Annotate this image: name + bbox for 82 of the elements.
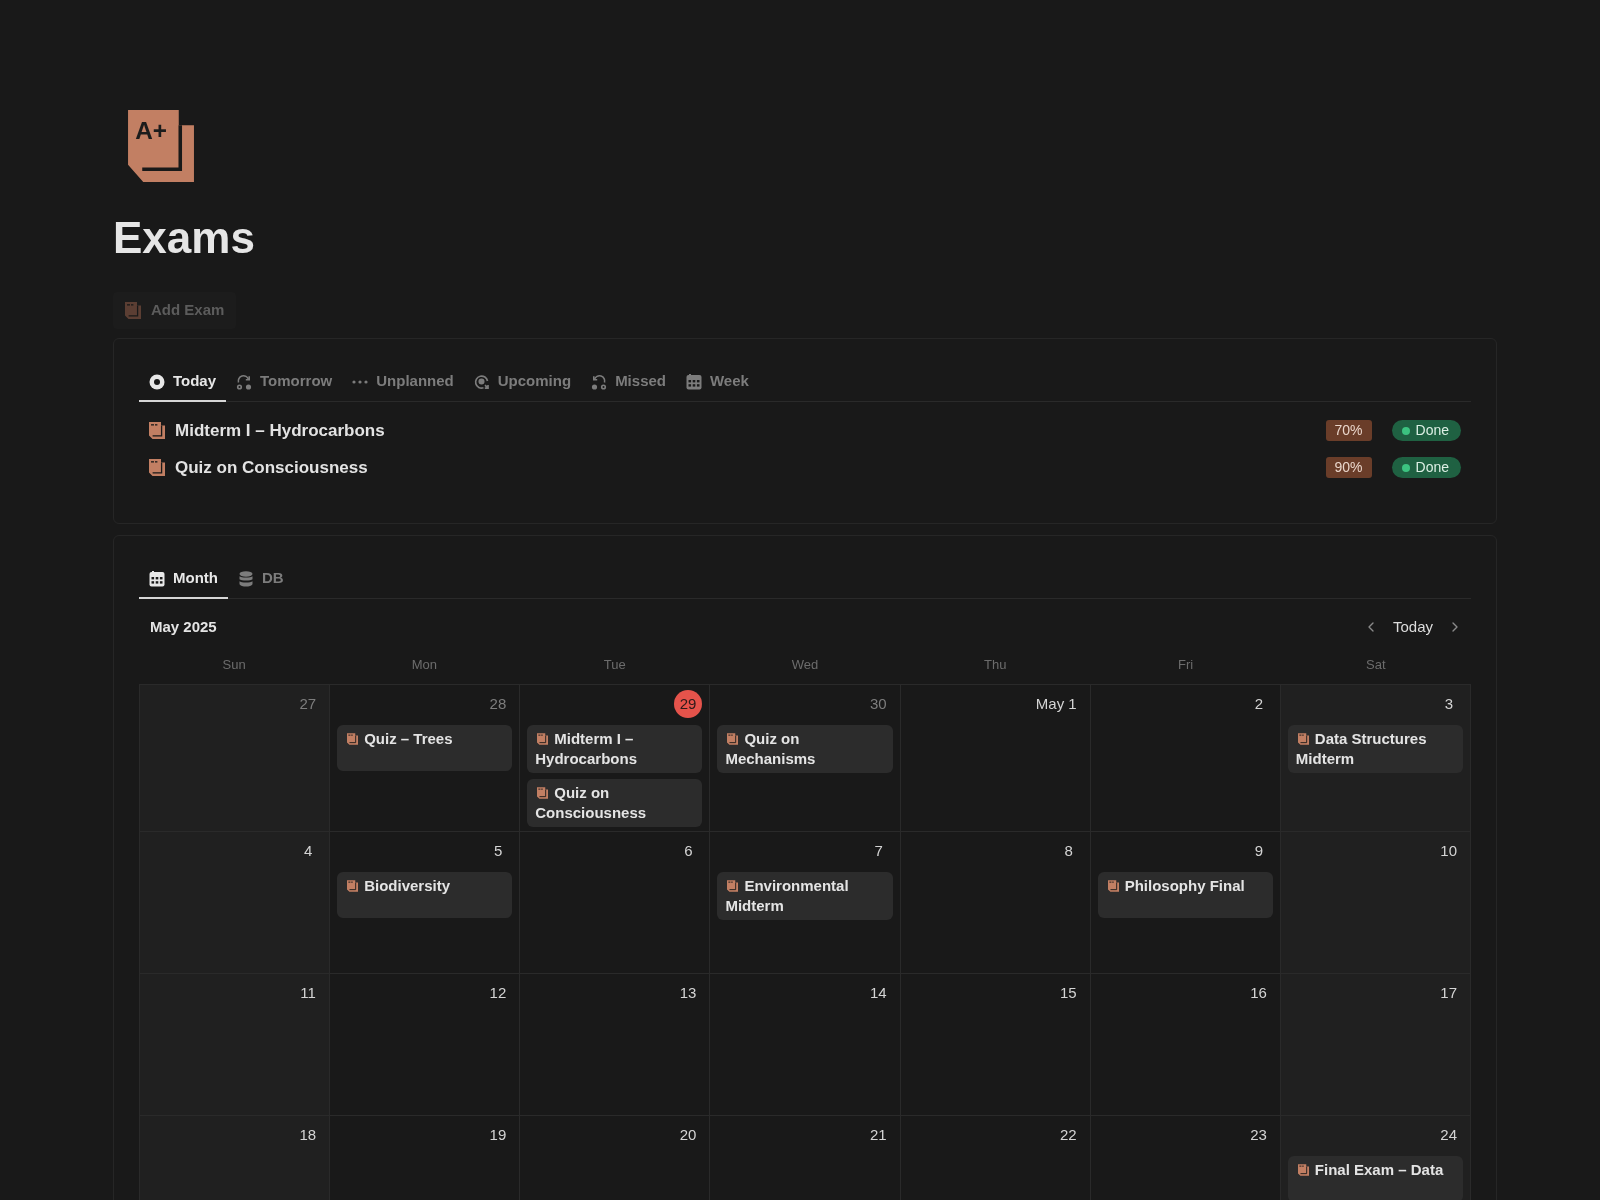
- exam-sheet-icon: [727, 733, 739, 745]
- day-number: 21: [868, 1124, 888, 1145]
- dots-icon: [352, 379, 369, 384]
- page-icon: A+: [128, 110, 194, 182]
- exam-sheet-icon: [149, 459, 165, 476]
- event-card[interactable]: Philosophy Final: [1097, 872, 1273, 918]
- event-card[interactable]: Biodiversity: [337, 872, 513, 918]
- day-number: 3: [1443, 693, 1455, 714]
- day-number: 16: [1249, 982, 1268, 1003]
- exam-sheet-icon: [347, 733, 359, 745]
- view-tab[interactable]: Month: [139, 560, 228, 599]
- weekday-label: Wed: [791, 656, 819, 675]
- day-number: 20: [678, 1124, 698, 1145]
- weekday-label: Mon: [411, 656, 438, 675]
- calendar-icon: [149, 570, 165, 587]
- page-title: Exams: [113, 212, 256, 264]
- weekday-label: Thu: [984, 656, 1007, 675]
- weekday-label: Sun: [222, 656, 246, 675]
- event-card[interactable]: Environmental Midterm: [717, 872, 893, 920]
- day-number: 22: [1059, 1124, 1078, 1145]
- event-card[interactable]: Quiz – Trees: [337, 725, 513, 771]
- view-tab[interactable]: DB: [228, 560, 294, 599]
- redo-arrow-icon: [236, 373, 253, 390]
- event-card[interactable]: Midterm I – Hydrocarbons: [527, 725, 703, 773]
- undo-arrow-icon: [591, 373, 608, 390]
- day-number: 11: [299, 982, 317, 1003]
- score-badge: 90%: [1325, 457, 1372, 478]
- day-number: 23: [1249, 1124, 1268, 1145]
- exam-sheet-icon: [347, 880, 359, 892]
- status-label: Done: [1415, 421, 1449, 440]
- day-number: 6: [683, 840, 694, 861]
- day-number: 13: [678, 982, 698, 1003]
- day-number: 9: [1253, 840, 1264, 861]
- exam-sheet-icon: [1107, 880, 1119, 892]
- day-number: 28: [488, 693, 508, 714]
- view-tab[interactable]: Tomorrow: [226, 363, 343, 402]
- exam-sheet-icon: [537, 787, 549, 799]
- day-number: 18: [298, 1124, 318, 1145]
- exam-sheet-icon: [1297, 733, 1309, 745]
- day-number: 8: [1063, 840, 1074, 861]
- circular-arrow-icon: [473, 373, 490, 390]
- status-label: Done: [1415, 458, 1449, 477]
- view-tab[interactable]: Missed: [581, 363, 676, 402]
- exam-sheet-icon: [1297, 1164, 1309, 1176]
- event-card[interactable]: Quiz on Consciousness: [527, 779, 703, 827]
- day-number: 14: [868, 982, 888, 1003]
- view-tab[interactable]: Unplanned: [342, 363, 464, 402]
- exam-title[interactable]: Quiz on Consciousness: [175, 454, 368, 481]
- day-number: 17: [1439, 982, 1458, 1003]
- day-number: 5: [493, 840, 504, 861]
- exam-sheet-icon: [125, 302, 141, 319]
- month-label: May 2025: [150, 616, 217, 637]
- exam-sheet-icon: [537, 733, 549, 745]
- event-card[interactable]: Data Structures Midterm: [1287, 725, 1463, 773]
- day-number: 7: [873, 840, 884, 861]
- day-number: 2: [1253, 693, 1264, 714]
- target-icon: [149, 373, 165, 390]
- weekday-label: Fri: [1177, 656, 1194, 675]
- day-number: 10: [1439, 840, 1458, 861]
- weekday-label: Sat: [1366, 656, 1386, 675]
- day-number: 15: [1059, 982, 1078, 1003]
- day-number: May 1: [1034, 693, 1078, 714]
- score-badge: 70%: [1325, 420, 1372, 441]
- today-button[interactable]: Today: [1388, 615, 1437, 639]
- event-card[interactable]: Final Exam – Data: [1287, 1156, 1463, 1200]
- day-number: 19: [488, 1124, 508, 1145]
- day-number: 27: [298, 693, 318, 714]
- day-number: 24: [1439, 1124, 1458, 1145]
- day-number: 29: [673, 690, 703, 718]
- day-number: 4: [302, 840, 314, 861]
- day-number: 30: [868, 693, 888, 714]
- event-card[interactable]: Quiz on Mechanisms: [717, 725, 893, 773]
- exam-sheet-icon: [149, 422, 165, 439]
- calendar-icon: [686, 373, 702, 390]
- view-tab[interactable]: Today: [139, 363, 227, 402]
- day-number: 12: [488, 982, 508, 1003]
- exam-title[interactable]: Midterm I – Hydrocarbons: [175, 417, 385, 444]
- view-tab[interactable]: Upcoming: [463, 363, 582, 402]
- database-icon: [238, 570, 254, 587]
- weekday-label: Tue: [603, 656, 626, 675]
- view-tab[interactable]: Week: [676, 363, 759, 402]
- exam-sheet-icon: [727, 880, 739, 892]
